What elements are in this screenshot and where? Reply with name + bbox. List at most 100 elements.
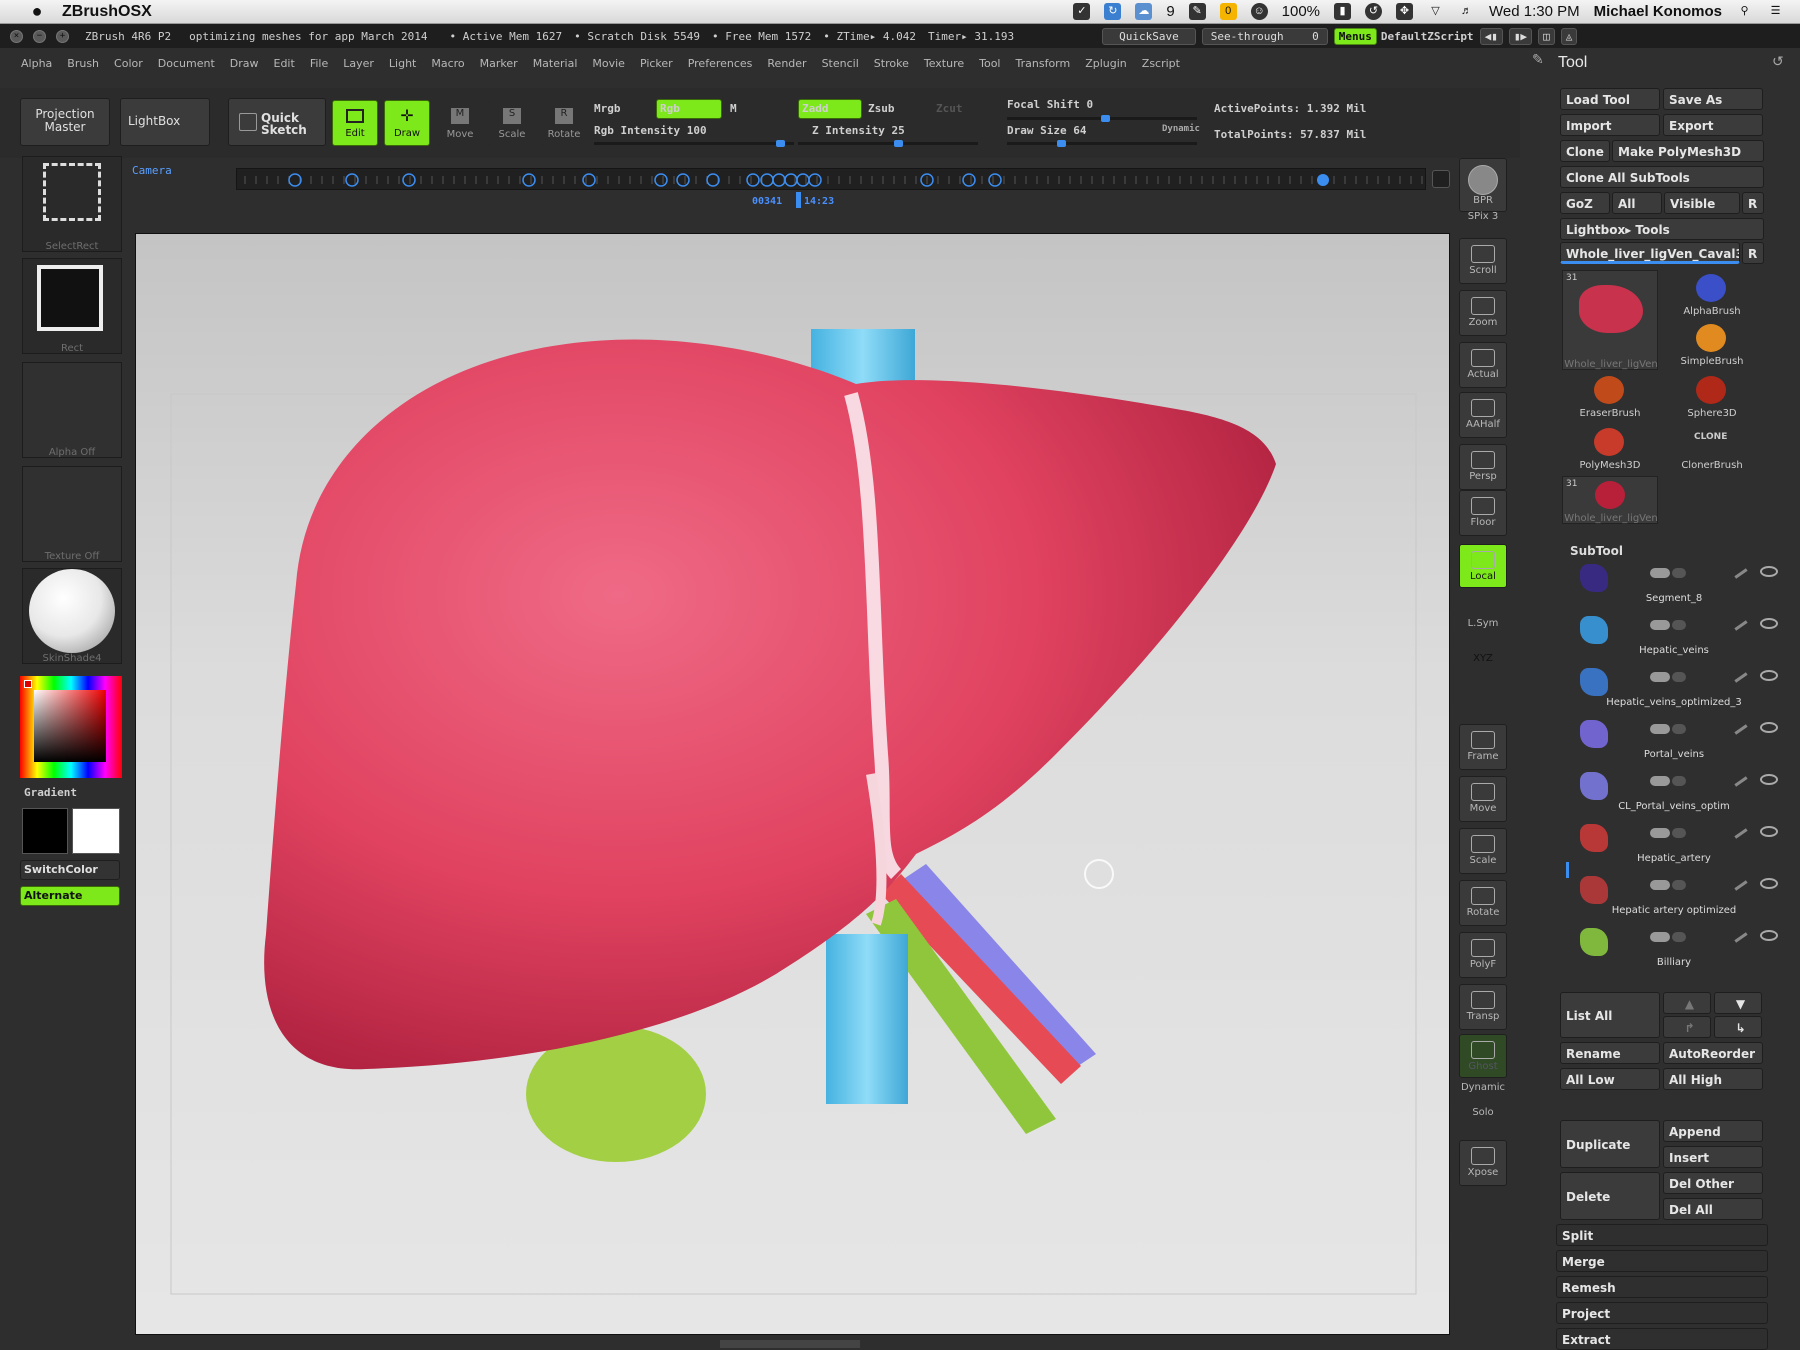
del-all-button[interactable]: Del All <box>1663 1198 1763 1220</box>
m-button[interactable]: M <box>730 102 737 115</box>
subtool-visibility-eye-icon[interactable] <box>1760 618 1778 629</box>
goz-visible-button[interactable]: Visible <box>1664 192 1740 214</box>
maximize-window-icon[interactable]: + <box>56 29 69 43</box>
texture-selector[interactable]: Texture Off <box>22 466 122 562</box>
ghost-button[interactable]: Ghost <box>1459 1034 1507 1078</box>
subtool-toggle-a[interactable] <box>1650 776 1670 786</box>
tool-thumb-4[interactable]: Sphere3D <box>1664 372 1760 420</box>
append-button[interactable]: Append <box>1663 1120 1763 1142</box>
tool-thumb-2[interactable]: SimpleBrush <box>1664 320 1760 368</box>
subtool-row[interactable]: Hepatic_artery <box>1562 820 1786 872</box>
menu-macro[interactable]: Macro <box>431 57 464 70</box>
see-through-slider[interactable]: See-through 0 <box>1201 27 1328 45</box>
skype-icon[interactable]: ☺ <box>1250 3 1268 20</box>
tool-thumb-6[interactable]: CLONE ClonerBrush <box>1664 424 1760 472</box>
zsub-button[interactable]: Zsub <box>868 102 895 115</box>
tool-palette-close-icon[interactable]: ↺ <box>1772 54 1784 70</box>
menu-alpha[interactable]: Alpha <box>21 57 52 70</box>
bluetooth-icon[interactable]: ✥ <box>1396 3 1414 20</box>
menu-picker[interactable]: Picker <box>640 57 673 70</box>
rgb-button[interactable]: Rgb <box>656 99 722 119</box>
color-picker[interactable] <box>20 676 122 778</box>
draw-button[interactable]: ✛ Draw <box>384 100 430 146</box>
make-polymesh3d-button[interactable]: Make PolyMesh3D <box>1612 140 1764 162</box>
frame-button[interactable]: Frame <box>1459 724 1507 770</box>
notification-center-icon[interactable]: ☰ <box>1767 3 1784 20</box>
polyf-button[interactable]: PolyF <box>1459 932 1507 978</box>
menus-toggle-button[interactable]: Menus <box>1333 27 1377 45</box>
aahalf-button[interactable]: AAHalf <box>1459 392 1507 438</box>
solo-button[interactable]: Solo <box>1459 1096 1507 1130</box>
evernote-icon[interactable]: ✎ <box>1188 3 1206 20</box>
export-button[interactable]: Export <box>1663 114 1763 136</box>
subtool-visibility-eye-icon[interactable] <box>1760 566 1778 577</box>
alpha-selector[interactable]: Alpha Off <box>22 362 122 458</box>
quicksave-button[interactable]: QuickSave <box>1102 27 1196 45</box>
duplicate-button[interactable]: Duplicate <box>1560 1120 1660 1168</box>
subtool-visibility-eye-icon[interactable] <box>1760 930 1778 941</box>
scale-view-button[interactable]: Scale <box>1459 828 1507 874</box>
split-section[interactable]: Split <box>1556 1224 1768 1246</box>
user-name[interactable]: Michael Konomos <box>1594 3 1722 20</box>
menu-tool[interactable]: Tool <box>979 57 1000 70</box>
rotate-view-button[interactable]: Rotate <box>1459 880 1507 926</box>
all-low-button[interactable]: All Low <box>1560 1068 1660 1090</box>
subtool-visibility-eye-icon[interactable] <box>1760 774 1778 785</box>
gradient-label[interactable]: Gradient <box>24 786 77 799</box>
layout-next-icon[interactable]: ▮▶ <box>1508 27 1533 45</box>
rotate-button[interactable]: R Rotate <box>540 100 588 146</box>
canvas-bottom-handle[interactable] <box>720 1340 860 1348</box>
menu-light[interactable]: Light <box>389 57 416 70</box>
menu-movie[interactable]: Movie <box>592 57 625 70</box>
camera-label[interactable]: Camera <box>132 164 172 177</box>
apple-icon[interactable]: ● <box>26 1 48 22</box>
timeline-cursor[interactable] <box>796 192 801 208</box>
rgb-intensity-slider[interactable] <box>594 140 794 147</box>
menu-zscript[interactable]: Zscript <box>1142 57 1180 70</box>
subtool-visibility-eye-icon[interactable] <box>1760 826 1778 837</box>
subtool-toggle-b[interactable] <box>1672 828 1686 838</box>
subtool-toggle-b[interactable] <box>1672 880 1686 890</box>
move-down-arrow-icon[interactable]: ▼ <box>1714 992 1762 1014</box>
volume-icon[interactable]: ♬ <box>1458 3 1475 20</box>
current-tool-r-button[interactable]: R <box>1742 242 1764 264</box>
lightbox-button[interactable]: LightBox <box>120 98 210 146</box>
menu-color[interactable]: Color <box>114 57 143 70</box>
xpose-button[interactable]: Xpose <box>1459 1140 1507 1186</box>
move-button[interactable]: M Move <box>436 100 484 146</box>
merge-section[interactable]: Merge <box>1556 1250 1768 1272</box>
tool-palette-title[interactable]: Tool <box>1558 54 1587 72</box>
notification-icon[interactable]: 0 <box>1219 3 1237 20</box>
menu-zplugin[interactable]: Zplugin <box>1085 57 1127 70</box>
subtool-polypaint-icon[interactable] <box>1734 672 1748 683</box>
cloud-icon[interactable]: ☁ <box>1135 3 1153 20</box>
layout-prev-icon[interactable]: ◀▮ <box>1479 27 1503 45</box>
subtool-row[interactable]: Billiary <box>1562 924 1786 976</box>
menu-texture[interactable]: Texture <box>924 57 964 70</box>
menu-file[interactable]: File <box>310 57 328 70</box>
load-tool-button[interactable]: Load Tool <box>1560 88 1660 110</box>
subtool-toggle-a[interactable] <box>1650 724 1670 734</box>
subtool-toggle-a[interactable] <box>1650 880 1670 890</box>
z-intensity-slider[interactable] <box>798 140 978 147</box>
actual-button[interactable]: Actual <box>1459 342 1507 388</box>
menu-layer[interactable]: Layer <box>343 57 374 70</box>
stroke-rect-selector[interactable]: Rect <box>22 258 122 354</box>
menu-material[interactable]: Material <box>533 57 578 70</box>
move-up-arrow-icon[interactable]: ▲ <box>1663 992 1711 1014</box>
delete-button[interactable]: Delete <box>1560 1172 1660 1220</box>
import-button[interactable]: Import <box>1560 114 1660 136</box>
scale-button[interactable]: S Scale <box>488 100 536 146</box>
subtool-header[interactable]: SubTool <box>1570 544 1623 558</box>
menu-draw[interactable]: Draw <box>230 57 259 70</box>
floor-button[interactable]: Floor <box>1459 490 1507 536</box>
clone-all-subtools-button[interactable]: Clone All SubTools <box>1560 166 1764 188</box>
mrgb-button[interactable]: Mrgb <box>594 102 621 115</box>
subtool-polypaint-icon[interactable] <box>1734 724 1748 735</box>
subtool-row[interactable]: Segment_8 <box>1562 560 1786 612</box>
clock[interactable]: Wed 1:30 PM <box>1489 3 1580 20</box>
goz-button[interactable]: GoZ <box>1560 192 1610 214</box>
lightbox-tools-button[interactable]: Lightbox▸ Tools <box>1560 218 1764 240</box>
subtool-polypaint-icon[interactable] <box>1734 568 1748 579</box>
subtool-toggle-b[interactable] <box>1672 724 1686 734</box>
